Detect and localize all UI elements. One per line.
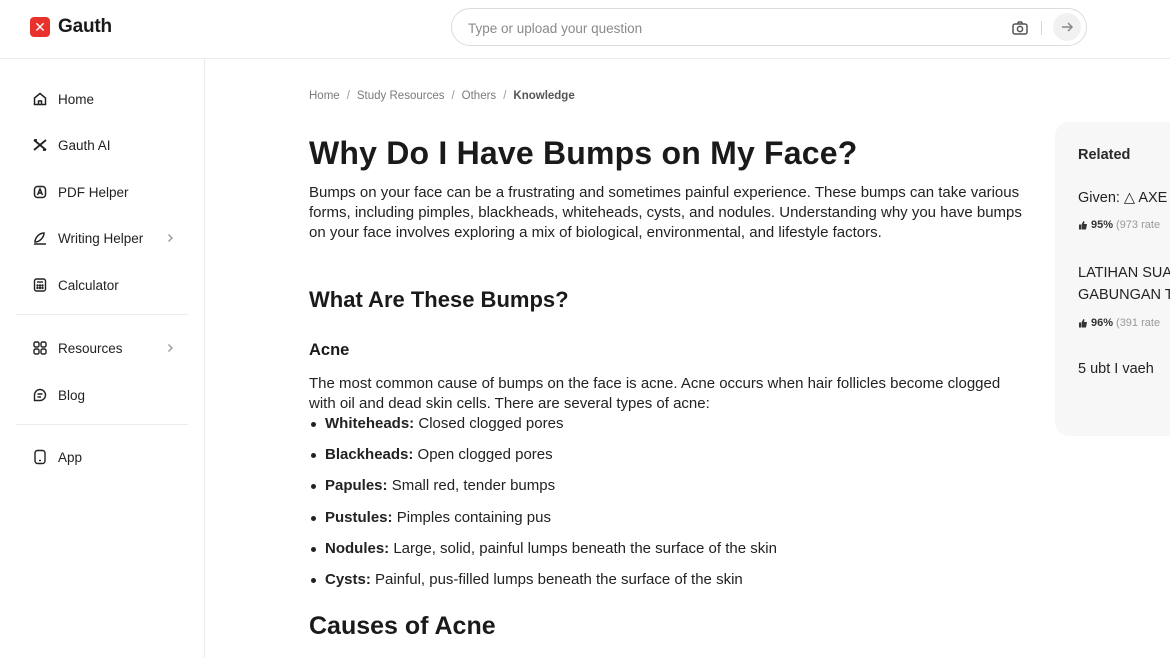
sidebar-item-label: Home: [58, 91, 95, 107]
calculator-icon: [32, 277, 48, 293]
sidebar-item-label: App: [58, 449, 83, 465]
subsection-heading: Acne: [309, 341, 350, 359]
pen-icon: [32, 230, 48, 246]
pdf-icon: [32, 184, 48, 200]
sidebar-item-label: Blog: [58, 387, 86, 403]
sidebar: Home Gauth AI PDF Helper Writing Helper …: [0, 59, 205, 658]
related-item-link[interactable]: LATIHAN SUA: [1078, 262, 1170, 284]
section-heading: Causes of Acne: [309, 612, 496, 640]
sidebar-item-pdf-helper[interactable]: PDF Helper: [16, 174, 188, 210]
list-item: Papules: Small red, tender bumps: [309, 476, 1029, 507]
sidebar-item-blog[interactable]: Blog: [16, 377, 188, 413]
list-item: Whiteheads: Closed clogged pores: [309, 414, 1029, 445]
related-item-link-line2[interactable]: GABUNGAN T: [1078, 284, 1170, 306]
related-item-rating: 95% (973 rate: [1078, 219, 1160, 231]
logo-text: Gauth: [58, 16, 112, 37]
list-desc: Pimples containing pus: [396, 508, 551, 526]
breadcrumb-current: Knowledge: [513, 90, 575, 102]
list-desc: Open clogged pores: [417, 446, 553, 464]
list-item: Nodules: Large, solid, painful lumps ben…: [309, 539, 1029, 570]
sidebar-item-resources[interactable]: Resources: [16, 330, 188, 366]
list-item: Cysts: Painful, pus-filled lumps beneath…: [309, 570, 1029, 601]
related-heading: Related: [1078, 147, 1131, 163]
breadcrumb-link-others[interactable]: Others: [462, 90, 497, 102]
sidebar-item-writing-helper[interactable]: Writing Helper: [16, 220, 188, 256]
rating-count: (973 rate: [1116, 219, 1161, 231]
breadcrumb-separator: /: [451, 90, 455, 102]
breadcrumb-separator: /: [346, 90, 350, 102]
chevron-right-icon: [164, 231, 176, 243]
sidebar-item-app[interactable]: App: [16, 439, 188, 475]
page-title: Why Do I Have Bumps on My Face?: [309, 135, 858, 171]
sidebar-item-label: Calculator: [58, 277, 119, 293]
list-term: Nodules:: [325, 539, 390, 557]
grid-icon: [32, 340, 48, 356]
top-header: ✕ Gauth: [0, 0, 1170, 59]
sidebar-item-calculator[interactable]: Calculator: [16, 267, 188, 303]
list-desc: Painful, pus-filled lumps beneath the su…: [375, 570, 743, 588]
list-term: Pustules:: [325, 508, 393, 526]
related-item-rating: 96% (391 rate: [1078, 317, 1160, 329]
related-item-link[interactable]: Given: △ AXE: [1078, 187, 1167, 209]
sidebar-divider: [16, 424, 188, 425]
gauth-logo[interactable]: ✕ Gauth: [30, 16, 112, 38]
camera-icon[interactable]: [1011, 19, 1029, 37]
sidebar-item-label: Resources: [58, 340, 123, 356]
section-heading: What Are These Bumps?: [309, 287, 569, 312]
list-item: Pustules: Pimples containing pus: [309, 508, 1029, 539]
search-divider: [1041, 21, 1042, 35]
list-term: Whiteheads:: [325, 415, 415, 432]
list-desc: Closed clogged pores: [418, 415, 564, 432]
blog-icon: [32, 387, 48, 403]
sidebar-divider: [16, 314, 188, 315]
submit-arrow-button[interactable]: [1053, 13, 1081, 41]
breadcrumb-link-study-resources[interactable]: Study Resources: [357, 90, 445, 102]
gauth-logo-icon: ✕: [30, 17, 50, 37]
sidebar-item-label: Gauth AI: [58, 137, 111, 153]
list-item: Blackheads: Open clogged pores: [309, 445, 1029, 476]
breadcrumb-link-home[interactable]: Home: [309, 90, 340, 102]
list-term: Cysts:: [325, 570, 371, 588]
thumbs-up-icon: [1079, 221, 1087, 230]
rating-count: (391 rate: [1116, 317, 1161, 329]
list-term: Papules:: [325, 477, 388, 495]
sidebar-item-label: PDF Helper: [58, 184, 129, 200]
search-input[interactable]: [468, 18, 988, 38]
related-panel: Related Given: △ AXE 95% (973 rate LATIH…: [1055, 122, 1170, 436]
list-desc: Small red, tender bumps: [391, 477, 556, 495]
intro-paragraph: Bumps on your face can be a frustrating …: [309, 184, 1022, 241]
rating-percent: 96%: [1091, 317, 1114, 329]
sidebar-item-home[interactable]: Home: [16, 81, 188, 117]
related-item-link[interactable]: 5 ubt I vaeh: [1078, 358, 1154, 380]
arrow-right-icon: [1062, 22, 1074, 32]
phone-icon: [32, 449, 48, 465]
acne-paragraph: The most common cause of bumps on the fa…: [309, 375, 1001, 412]
breadcrumb: Home / Study Resources / Others / Knowle…: [309, 90, 575, 102]
breadcrumb-separator: /: [503, 90, 507, 102]
sidebar-item-label: Writing Helper: [58, 230, 144, 246]
gauth-ai-icon: [32, 137, 48, 153]
thumbs-up-icon: [1079, 319, 1087, 328]
acne-types-list: Whiteheads: Closed clogged pores Blackhe…: [309, 414, 1029, 601]
list-term: Blackheads:: [325, 446, 414, 464]
search-bar: [451, 8, 1087, 46]
sidebar-item-gauth-ai[interactable]: Gauth AI: [16, 127, 188, 163]
rating-percent: 95%: [1091, 219, 1114, 231]
chevron-right-icon: [164, 341, 176, 353]
home-icon: [32, 91, 48, 107]
list-desc: Large, solid, painful lumps beneath the …: [393, 539, 777, 557]
